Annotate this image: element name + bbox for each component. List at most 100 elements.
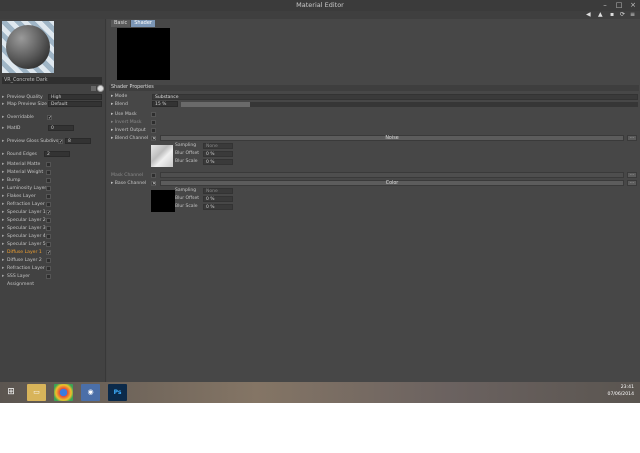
map-preview-size-select[interactable]: Default — [48, 101, 102, 107]
layer-checkbox[interactable] — [46, 194, 51, 199]
system-clock[interactable]: 23:41 07/06/2014 — [608, 384, 634, 398]
matid-field[interactable]: 0 — [48, 125, 74, 131]
layer-checkbox[interactable] — [46, 258, 51, 263]
layer-item[interactable]: ▸ Refraction Layer — [2, 265, 45, 272]
preview-quality-row: ▸ Preview Quality — [2, 95, 43, 100]
round-edges-field[interactable]: 2 — [44, 151, 70, 157]
layer-checkbox[interactable] — [46, 218, 51, 223]
blend-row: ▸ Blend — [111, 102, 128, 107]
blend-channel-bar[interactable]: Noise — [160, 135, 624, 141]
layer-checkbox[interactable] — [46, 202, 51, 207]
base-blur-scale-label: Blur Scale — [175, 204, 198, 209]
blend-blur-scale-field[interactable]: 0 % — [203, 159, 233, 165]
mask-channel-more-button[interactable]: ... — [627, 172, 637, 178]
base-channel-bar[interactable]: Color — [160, 180, 624, 186]
preview-gloss-row: ▸ Preview Gloss Subdivs — [2, 139, 59, 144]
round-edges-row: ▸ Round Edges — [2, 152, 37, 157]
blend-channel-toggle[interactable]: ✕ — [151, 136, 156, 142]
mask-channel-bar[interactable] — [160, 172, 624, 178]
layer-item[interactable]: ▸ Flakes Layer — [2, 193, 36, 200]
layer-item[interactable]: ▸ Specular Layer 5 — [2, 241, 46, 248]
preview-gloss-checkbox[interactable]: ✓ — [58, 139, 63, 145]
editor-toolbar: ◀ ▲ ▪ ⟳ ≡ — [0, 11, 640, 19]
mode-select[interactable]: Substance — [152, 94, 638, 100]
noise-thumbnail[interactable] — [151, 145, 173, 167]
layer-item[interactable]: ▸ Material Matte — [2, 161, 40, 168]
layer-checkbox[interactable] — [46, 266, 51, 271]
cinema4d-icon[interactable]: ◉ — [81, 384, 100, 401]
photoshop-icon[interactable]: Ps — [108, 384, 127, 401]
tab-bar: Basic Shader — [111, 20, 156, 27]
base-sampling-select[interactable]: None — [203, 188, 233, 194]
use-mask-checkbox[interactable] — [151, 112, 156, 117]
layer-checkbox[interactable] — [46, 226, 51, 231]
preview-quality-select[interactable]: High — [48, 94, 102, 100]
layer-item[interactable]: ▸ SSS Layer — [2, 273, 30, 280]
base-channel-more-button[interactable]: ... — [627, 180, 637, 186]
material-preview[interactable] — [2, 21, 54, 73]
layer-checkbox[interactable] — [46, 178, 51, 183]
base-blur-scale-field[interactable]: 0 % — [203, 204, 233, 210]
back-arrow-icon[interactable]: ◀ — [586, 11, 591, 19]
blend-sampling-select[interactable]: None — [203, 143, 233, 149]
layer-checkbox[interactable]: ✓ — [46, 210, 51, 216]
render-preview-icon[interactable] — [97, 85, 104, 92]
layer-checkbox[interactable] — [46, 234, 51, 239]
preview-gloss-field[interactable]: 8 — [65, 138, 91, 144]
base-sampling-label: Sampling — [175, 188, 197, 193]
blend-channel-more-button[interactable]: ... — [627, 135, 637, 141]
tab-basic[interactable]: Basic — [111, 20, 131, 27]
refresh-icon[interactable]: ⟳ — [620, 11, 625, 19]
layer-item[interactable]: ▸ Specular Layer 4 — [2, 233, 46, 240]
layer-item[interactable]: Assignment — [2, 281, 34, 288]
blend-blur-scale-label: Blur Scale — [175, 159, 198, 164]
layer-checkbox[interactable] — [46, 170, 51, 175]
file-explorer-icon[interactable]: ▭ — [27, 384, 46, 401]
lock-icon[interactable]: ▪ — [610, 11, 614, 19]
material-name-field[interactable]: VR_Concrete Dark — [2, 77, 102, 84]
title-bar: Material Editor – □ × — [0, 0, 640, 11]
material-editor-window: Material Editor – □ × ◀ ▲ ▪ ⟳ ≡ VR_Concr… — [0, 0, 640, 382]
windows-start-icon[interactable]: ⊞ — [4, 384, 18, 401]
layer-checkbox[interactable] — [46, 186, 51, 191]
invert-mask-row: ▸ Invert Mask — [111, 120, 142, 125]
layer-item[interactable]: ▸ Refraction Layer — [2, 201, 45, 208]
layer-item[interactable]: ▸ Luminosity Layer — [2, 185, 46, 192]
small-square-icon[interactable] — [91, 86, 96, 91]
color-thumbnail[interactable] — [151, 190, 175, 212]
mask-channel-toggle[interactable] — [151, 173, 156, 178]
layer-checkbox[interactable] — [46, 242, 51, 247]
close-icon[interactable]: × — [626, 0, 640, 11]
layer-item-active[interactable]: ▸ Diffuse Layer 1 — [2, 249, 42, 256]
layer-item[interactable]: ▸ Material Weight — [2, 169, 43, 176]
overridable-checkbox[interactable]: ✓ — [47, 115, 52, 121]
window-title: Material Editor — [296, 1, 344, 9]
chrome-icon[interactable] — [54, 384, 73, 401]
invert-output-checkbox[interactable] — [151, 128, 156, 133]
blend-slider[interactable] — [181, 102, 638, 107]
up-arrow-icon[interactable]: ▲ — [598, 11, 603, 19]
layer-checkbox[interactable] — [46, 274, 51, 279]
maximize-icon[interactable]: □ — [612, 0, 626, 11]
menu-icon[interactable]: ≡ — [630, 11, 635, 19]
base-blur-offset-field[interactable]: 0 % — [203, 196, 233, 202]
section-title: Shader Properties — [109, 85, 639, 91]
minimize-icon[interactable]: – — [598, 0, 612, 11]
shader-preview[interactable] — [117, 28, 170, 80]
blend-field[interactable]: 15 % — [152, 101, 178, 107]
clock-date: 07/06/2014 — [607, 392, 634, 397]
layer-item[interactable]: ▸ Specular Layer 2 — [2, 217, 46, 224]
clock-time: 23:41 — [620, 385, 634, 390]
layer-checkbox[interactable]: ✓ — [46, 250, 51, 256]
blend-blur-offset-field[interactable]: 0 % — [203, 151, 233, 157]
invert-mask-checkbox[interactable] — [151, 120, 156, 125]
layer-checkbox[interactable] — [46, 162, 51, 167]
layer-item[interactable]: ▸ Bump — [2, 177, 20, 184]
base-blur-offset-label: Blur Offset — [175, 196, 199, 201]
tab-shader[interactable]: Shader — [131, 20, 155, 27]
map-preview-size-row: ▸ Map Preview Size — [2, 102, 47, 107]
base-channel-toggle[interactable]: ✕ — [151, 181, 156, 187]
layer-item[interactable]: ▸ Specular Layer 3 — [2, 225, 46, 232]
layer-item[interactable]: ▸ Specular Layer 1 — [2, 209, 46, 216]
layer-item[interactable]: ▸ Diffuse Layer 2 — [2, 257, 42, 264]
